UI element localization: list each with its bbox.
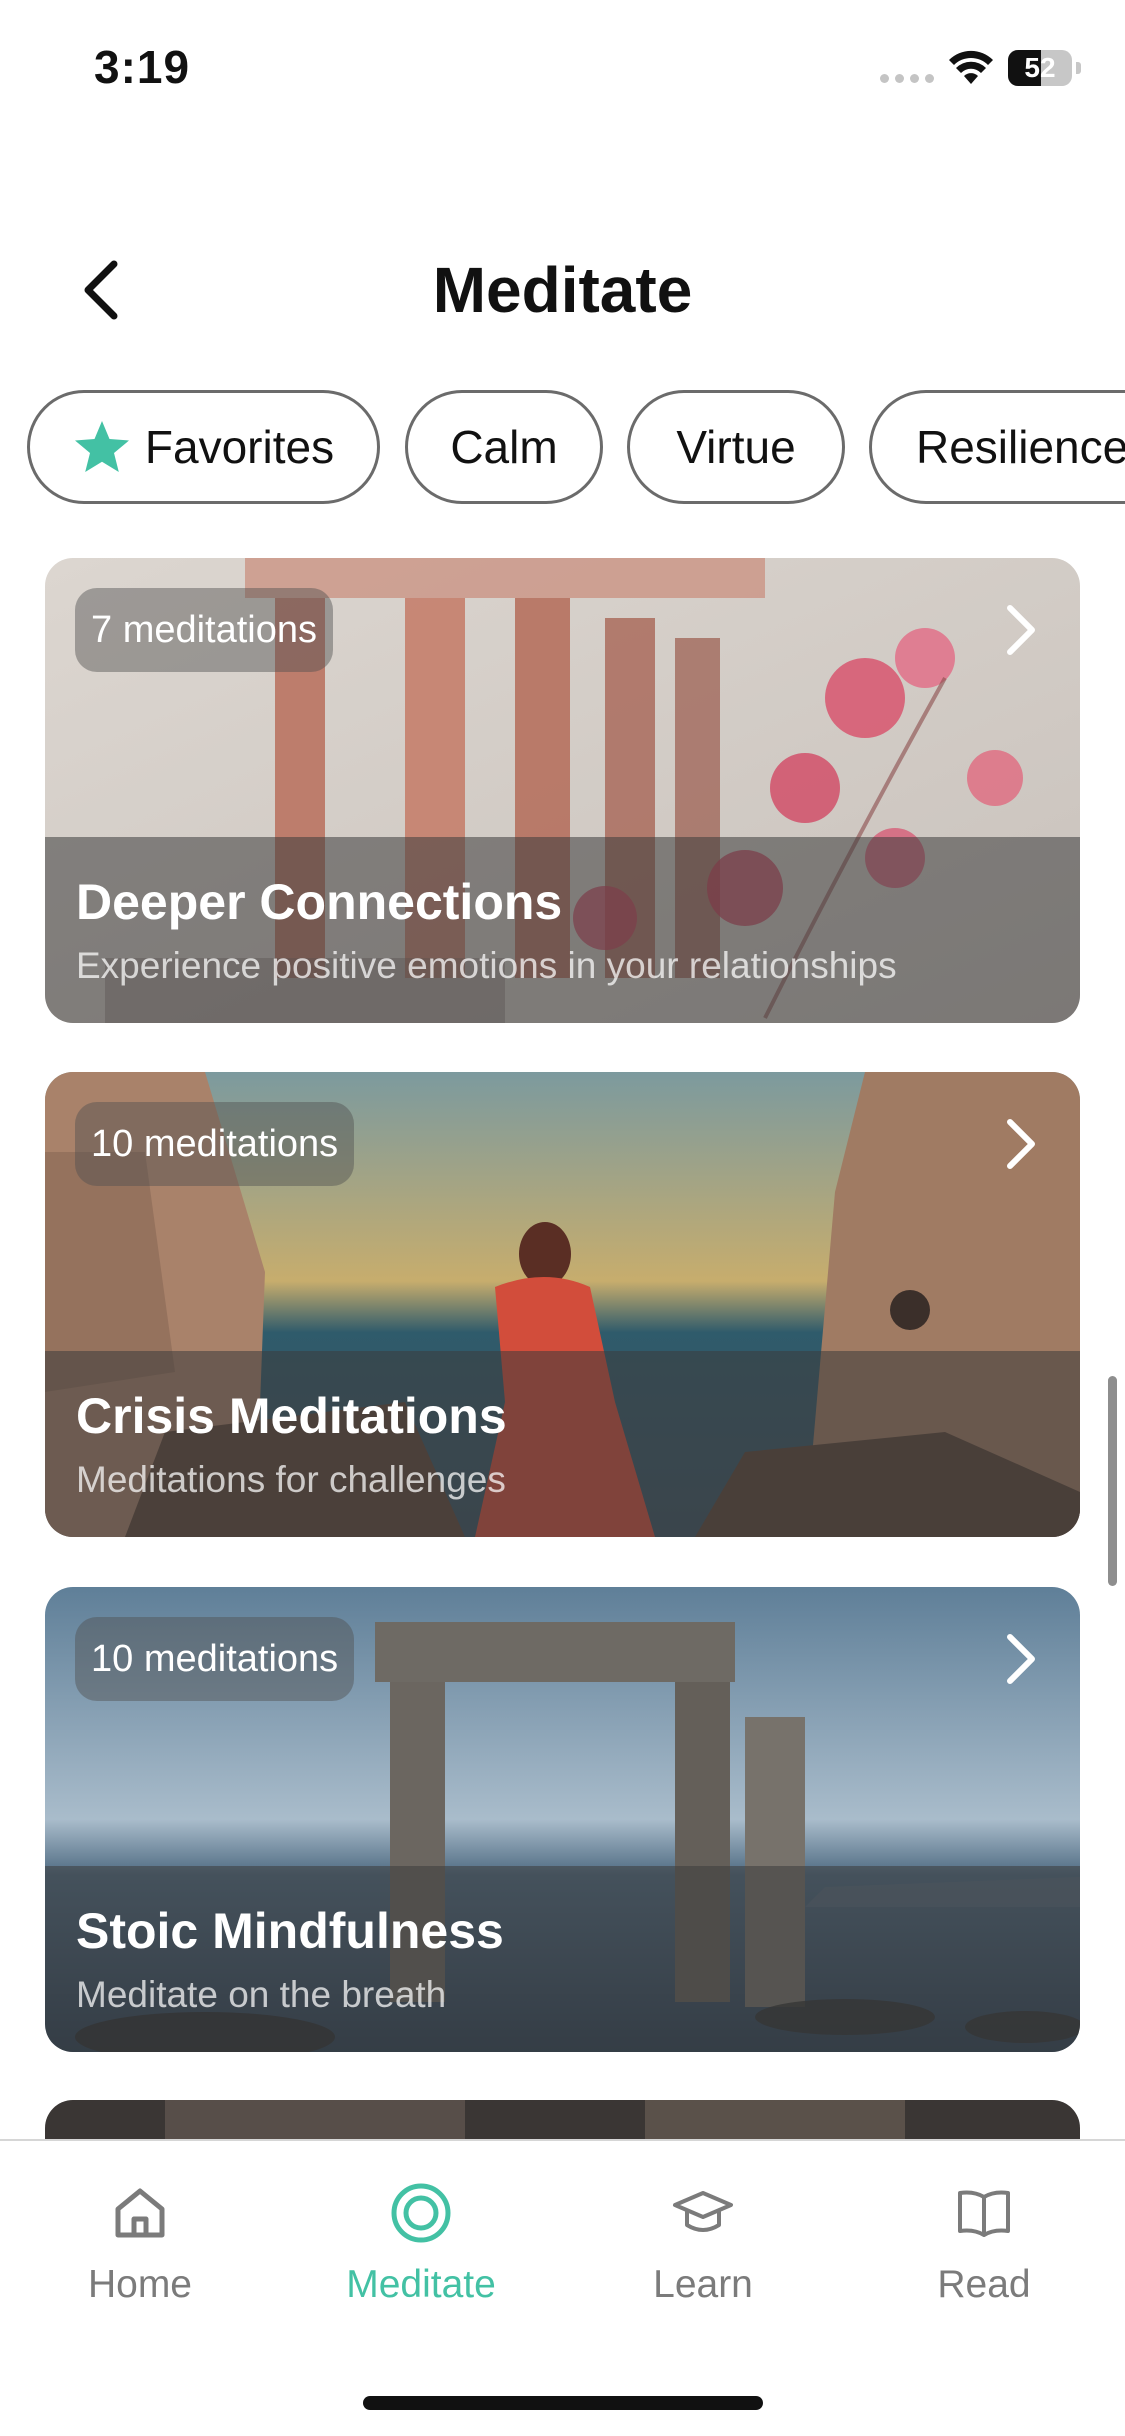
filter-chip-label: Favorites [144,421,335,473]
wifi-icon [949,50,993,84]
home-indicator [363,2396,763,2410]
home-icon [115,2188,165,2238]
meditation-count-badge: 10 meditations [75,1617,355,1701]
status-time: 3:19 [94,41,191,93]
chevron-right-icon [1007,1119,1035,1169]
tab-label: Home [87,2263,193,2306]
chevron-right-icon [1007,1634,1035,1684]
filter-chip-favorites[interactable]: Favorites [27,390,380,504]
scroll-indicator[interactable] [1108,1376,1117,1586]
filter-chip-label: Virtue [676,421,796,473]
chevron-left-icon [84,260,118,320]
card-subtitle: Meditate on the breath [76,1974,447,2015]
card-title: Deeper Connections [76,874,563,930]
star-icon [74,421,129,472]
tab-bar: Home Meditate Learn Read [0,2139,1125,2436]
collection-card-stoic-mindfulness[interactable]: 10 meditations Stoic Mindfulness Meditat… [45,1587,1080,2052]
collection-card-deeper-connections[interactable]: 7 meditations Deeper Connections Experie… [45,558,1080,1023]
card-title: Stoic Mindfulness [76,1903,504,1959]
battery-level: 52 [1024,52,1056,83]
cellular-signal-icon [880,74,934,83]
card-subtitle: Meditations for challenges [76,1459,506,1500]
tab-home[interactable]: Home [40,2181,240,2321]
tab-label: Meditate [346,2263,496,2306]
tab-label: Learn [653,2263,753,2306]
status-bar: 3:19 52 [0,0,1125,140]
filter-chip-label: Resilience [916,421,1125,473]
filter-chip-calm[interactable]: Calm [405,390,603,504]
tab-meditate[interactable]: Meditate [321,2181,521,2321]
tab-learn[interactable]: Learn [603,2181,803,2321]
card-title: Crisis Meditations [76,1388,507,1444]
graduation-cap-icon [673,2191,733,2232]
meditation-count-badge: 7 meditations [75,588,334,672]
meditation-count-badge: 10 meditations [75,1102,355,1186]
collection-card-crisis-meditations[interactable]: 10 meditations Crisis Meditations Medita… [45,1072,1080,1537]
book-icon [958,2190,1010,2237]
tab-label: Read [937,2263,1031,2306]
battery-nub [1076,62,1081,74]
tab-read[interactable]: Read [884,2181,1084,2321]
battery-icon: 52 [1008,50,1072,86]
filter-chip-resilience[interactable]: Resilience [869,390,1125,504]
filter-chip-label: Calm [450,421,558,473]
back-button[interactable] [60,250,140,330]
card-subtitle: Experience positive emotions in your rel… [76,945,897,986]
meditate-icon [391,2183,451,2243]
filter-chips: Favorites Calm Virtue Resilience [0,390,1125,506]
chevron-right-icon [1007,605,1035,655]
page-title: Meditate [432,254,693,326]
filter-chip-virtue[interactable]: Virtue [627,390,845,504]
